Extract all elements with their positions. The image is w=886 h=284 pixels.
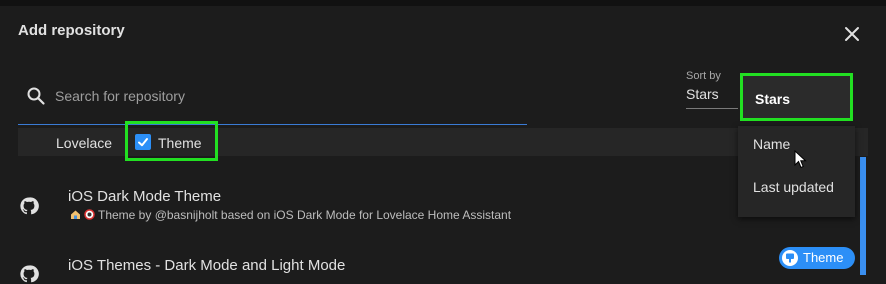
sort-by-value: Stars [686,86,719,102]
category-badge-theme: Theme [779,247,855,269]
theme-palette-icon [782,250,798,266]
github-icon [20,197,39,215]
checkmark-icon [138,138,148,147]
search-icon [27,87,45,105]
theme-filter-checkbox[interactable] [135,134,151,150]
sort-select-label: Stars [755,91,791,107]
close-button[interactable] [838,20,866,48]
sort-dropdown-menu: Name Last updated [738,126,855,217]
scrollbar[interactable] [860,157,866,275]
filter-lovelace[interactable]: Lovelace [56,135,112,151]
close-icon [845,27,859,41]
search-input[interactable] [53,84,517,108]
search-field[interactable] [18,76,527,125]
sort-option-last-updated[interactable]: Last updated [753,179,834,195]
sort-by-label: Sort by [686,70,721,82]
sort-select-stars[interactable]: Stars [740,73,853,121]
repo-description: Theme by @basnijholt based on iOS Dark M… [70,208,511,222]
repo-title[interactable]: iOS Themes - Dark Mode and Light Mode [68,257,345,274]
mouse-cursor-icon [794,150,807,169]
github-icon [20,265,39,283]
theme-filter-label[interactable]: Theme [158,135,202,151]
sort-by-field[interactable]: Sort by Stars [686,70,738,110]
badge-icon [84,209,95,220]
repo-title[interactable]: iOS Dark Mode Theme [68,188,221,205]
dialog-title: Add repository [18,22,125,39]
sort-by-underline [686,108,738,109]
category-badge-label: Theme [803,250,844,265]
sort-option-name[interactable]: Name [753,136,790,152]
home-icon [71,210,80,219]
repo-description-text: Theme by @basnijholt based on iOS Dark M… [98,208,512,222]
